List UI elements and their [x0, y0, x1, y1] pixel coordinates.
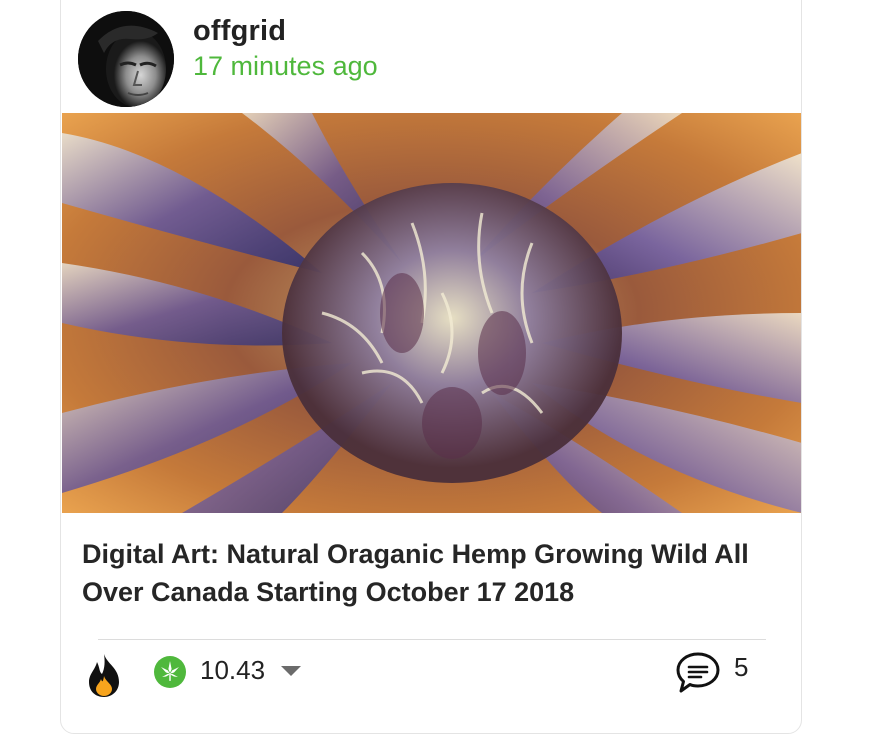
post-card[interactable]: offgrid 17 minutes ago Digital Art: Natu… [60, 0, 802, 734]
hemp-leaf-icon[interactable] [154, 656, 186, 688]
post-timestamp[interactable]: 17 minutes ago [193, 51, 378, 82]
chevron-down-icon[interactable] [280, 664, 302, 678]
post-header: offgrid 17 minutes ago [61, 1, 801, 113]
author-name[interactable]: offgrid [193, 15, 286, 48]
fire-icon[interactable] [85, 652, 123, 698]
comment-bubble-icon[interactable] [675, 651, 721, 695]
post-footer: 10.43 5 [61, 651, 801, 712]
post-thumbnail-image[interactable] [62, 113, 801, 513]
avatar[interactable] [78, 11, 174, 107]
comment-count[interactable]: 5 [734, 652, 748, 683]
post-title[interactable]: Digital Art: Natural Oraganic Hemp Growi… [82, 535, 792, 611]
payout-amount[interactable]: 10.43 [200, 655, 265, 686]
divider [98, 639, 766, 640]
